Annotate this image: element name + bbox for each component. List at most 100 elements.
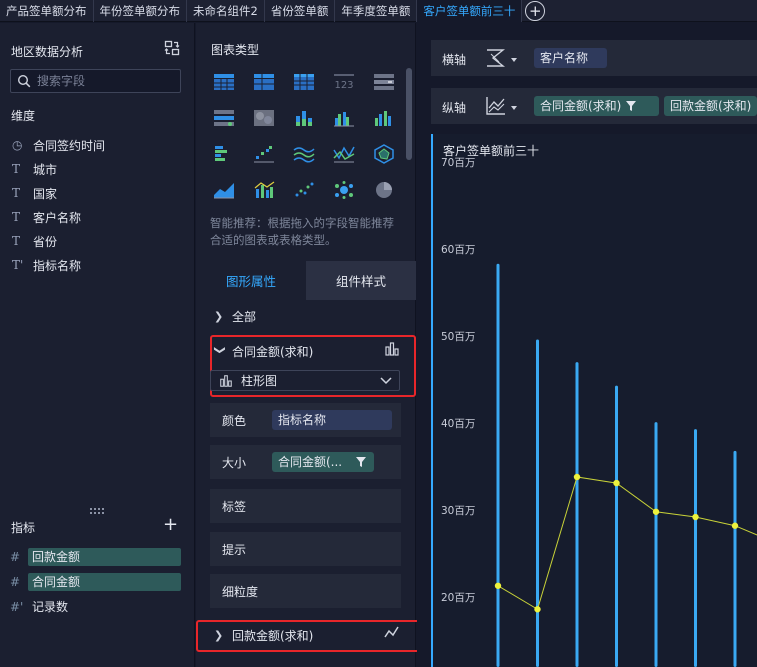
chevron-down-icon[interactable]	[511, 58, 517, 62]
tooltip-property-label: 提示	[222, 542, 247, 557]
search-input[interactable]	[37, 74, 167, 88]
data-panel: 地区数据分析 维度 ◷ 合同签约时间 T 城市 T 国家 T 客户名称 T 省份 T' 指标名称 指标…	[0, 23, 195, 667]
filter-icon[interactable]	[356, 457, 366, 467]
tab-bar: 产品签单额分布 年份签单额分布 未命名组件2 省份签单额 年季度签单额 客户签单额前三十 +	[0, 0, 757, 22]
filter-icon[interactable]	[626, 101, 636, 111]
area-chart-type-icon[interactable]	[210, 176, 238, 204]
cross-table-type-icon[interactable]	[290, 68, 318, 96]
line-point[interactable]	[534, 606, 541, 613]
tab-5[interactable]: 客户签单额前三十	[417, 0, 523, 22]
line-chart-type-icon[interactable]	[330, 140, 358, 168]
measure-section-label: 指标	[11, 521, 36, 535]
text-calc-type-icon: T'	[12, 258, 24, 272]
dimension-field[interactable]: T' 指标名称	[12, 256, 81, 274]
tab-2[interactable]: 未命名组件2	[187, 0, 265, 22]
switch-dataset-icon[interactable]	[164, 40, 180, 56]
number-type-icon: #	[10, 575, 21, 589]
chart-container: 客户签单额前三十 20百万 30百万 40百万 50百万 60百万 70百万	[431, 134, 757, 667]
dimension-field[interactable]: ◷ 合同签约时间	[12, 136, 105, 154]
series-contract-amount-header[interactable]: ❯ 合同金额(求和)	[214, 342, 404, 360]
dimension-field-label: 省份	[33, 234, 58, 249]
grouped-table-type-icon[interactable]	[250, 68, 278, 96]
y-tick-label: 30百万	[441, 505, 475, 517]
tab-4[interactable]: 年季度签单额	[335, 0, 418, 22]
y-field-chip-contract[interactable]: 合同金额(求和)	[534, 96, 659, 116]
chart-canvas: 横轴 客户名称 纵轴 合同金额(求和) 回款金额(求和) 客户签单额前三十 20…	[417, 23, 757, 667]
bar[interactable]	[536, 339, 539, 667]
scatter-bar-type-icon[interactable]	[250, 140, 278, 168]
heatmap-type-icon[interactable]	[250, 104, 278, 132]
horizontal-bar-type-icon[interactable]	[210, 140, 238, 168]
tab-1[interactable]: 年份签单额分布	[94, 0, 187, 22]
tab-component-style[interactable]: 组件样式	[306, 261, 416, 300]
line-point[interactable]	[652, 508, 660, 515]
all-series-row[interactable]: ❯ 全部	[214, 308, 256, 325]
measure-field[interactable]: #' 记录数	[10, 598, 181, 616]
bar[interactable]	[733, 450, 737, 667]
series-payment-amount-header[interactable]: ❯ 回款金额(求和)	[214, 626, 404, 644]
number-type-icon: #'	[10, 600, 24, 614]
x-axis-shelf: 横轴 客户名称	[431, 40, 757, 76]
dimension-field-label: 指标名称	[33, 258, 82, 273]
line-point[interactable]	[494, 582, 502, 589]
series1-chart-type-select[interactable]: 柱形图	[210, 370, 400, 391]
series1-label: 合同金额(求和)	[232, 345, 314, 359]
y-axis-chart-icon[interactable]	[485, 96, 507, 116]
y-tick-label: 40百万	[441, 418, 475, 430]
number-type-icon: #	[10, 550, 21, 564]
series1-chart-type-value: 柱形图	[241, 374, 278, 388]
table-type-icon[interactable]	[210, 68, 238, 96]
label-property[interactable]: 标签	[210, 489, 401, 523]
chart-config-panel: 图表类型 123 智能推荐：根据拖入的字段智能推荐合适的图表或表格类型。 图形属…	[196, 23, 420, 667]
dimension-field[interactable]: T 城市	[12, 160, 57, 178]
line-point[interactable]	[613, 479, 620, 487]
size-field-pill[interactable]: 合同金额(...	[272, 452, 374, 472]
y-field-contract-label: 合同金额(求和)	[540, 99, 622, 113]
y-field-chip-payment[interactable]: 回款金额(求和)	[664, 96, 757, 116]
dimension-field[interactable]: T 客户名称	[12, 208, 81, 226]
radar-chart-type-icon[interactable]	[370, 140, 398, 168]
column-chart-type-icon[interactable]	[370, 104, 398, 132]
tab-graphic-properties[interactable]: 图形属性	[196, 261, 306, 300]
stacked-bar-type-icon[interactable]	[290, 104, 318, 132]
bar[interactable]	[694, 429, 697, 667]
x-axis-sort-icon[interactable]	[485, 48, 507, 68]
chevron-down-icon	[380, 377, 392, 385]
list-type-icon[interactable]	[370, 68, 398, 96]
line-point[interactable]	[573, 473, 581, 481]
bar[interactable]	[575, 362, 579, 667]
grouped-bar-type-icon[interactable]	[330, 104, 358, 132]
scatter-chart-type-icon[interactable]	[290, 176, 318, 204]
panel-resize-handle[interactable]	[90, 508, 104, 514]
bar-chart-icon	[385, 342, 399, 356]
add-measure-icon[interactable]: +	[163, 516, 178, 534]
combo-chart-type-icon[interactable]	[250, 176, 278, 204]
gallery-scrollbar[interactable]	[406, 68, 412, 160]
line-point[interactable]	[692, 513, 699, 521]
kpi-number-type-icon[interactable]: 123	[330, 68, 358, 96]
measure-field[interactable]: # 回款金额	[10, 548, 181, 566]
tab-3[interactable]: 省份签单额	[265, 0, 336, 22]
measure-field[interactable]: # 合同金额	[10, 573, 181, 591]
bar[interactable]	[615, 385, 618, 667]
size-property-label: 大小	[222, 455, 247, 470]
filter-table-type-icon[interactable]	[210, 104, 238, 132]
dimension-field[interactable]: T 国家	[12, 184, 57, 202]
tooltip-property[interactable]: 提示	[210, 532, 401, 566]
bubble-chart-type-icon[interactable]	[330, 176, 358, 204]
add-tab-button[interactable]: +	[524, 0, 546, 22]
color-field-pill[interactable]: 指标名称	[272, 410, 392, 430]
dimension-field[interactable]: T 省份	[12, 232, 57, 250]
line-point[interactable]	[731, 522, 739, 529]
field-search	[10, 69, 181, 93]
granularity-property[interactable]: 细粒度	[210, 574, 401, 608]
multi-line-type-icon[interactable]	[290, 140, 318, 168]
chevron-down-icon[interactable]	[511, 106, 517, 110]
bar[interactable]	[654, 422, 658, 667]
pie-chart-type-icon[interactable]	[370, 176, 398, 204]
tab-0[interactable]: 产品签单额分布	[0, 0, 94, 22]
text-type-icon: T	[12, 234, 21, 248]
bar[interactable]	[496, 263, 500, 667]
y-tick-label: 50百万	[441, 331, 475, 343]
x-field-chip[interactable]: 客户名称	[534, 48, 607, 68]
